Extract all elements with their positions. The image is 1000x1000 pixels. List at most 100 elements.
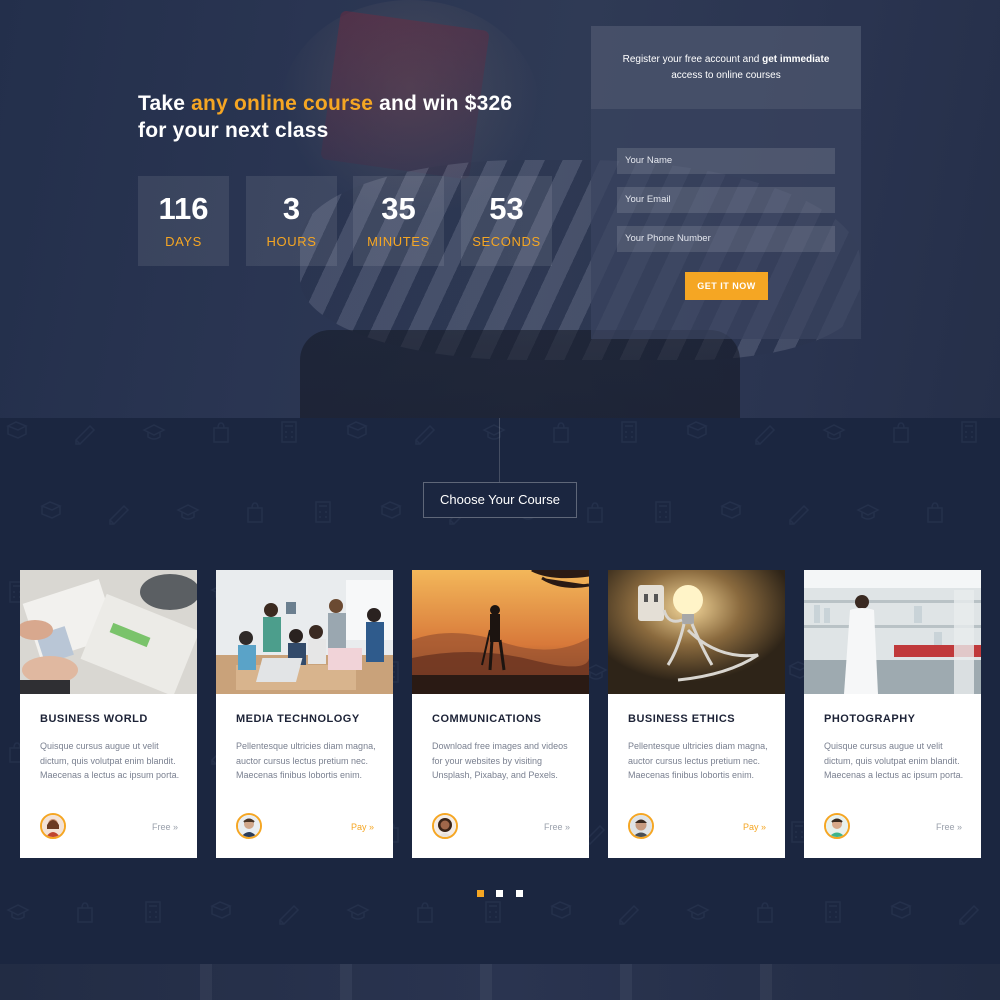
- pattern-pencil-icon: [958, 904, 980, 926]
- countdown-value: 3: [282, 191, 301, 226]
- avatar-image: [826, 815, 848, 837]
- course-description: Pellentesque ultricies diam magna, aucto…: [628, 741, 768, 780]
- pattern-calc-icon: [961, 421, 977, 443]
- course-card-photography[interactable]: PHOTOGRAPHY Quisque cursus augue ut veli…: [804, 570, 981, 858]
- register-form-intro: Register your free account and get immed…: [591, 26, 861, 109]
- footer-decoration: [620, 964, 632, 1000]
- instructor-avatar[interactable]: [40, 813, 66, 839]
- course-card-business-ethics[interactable]: BUSINESS ETHICS Pellentesque ultricies d…: [608, 570, 785, 858]
- course-description: Quisque cursus augue ut velit dictum, qu…: [40, 741, 180, 780]
- pattern-cap-icon: [686, 904, 710, 920]
- pattern-book-icon: [210, 901, 232, 919]
- form-intro-line2: access to online courses: [671, 70, 781, 81]
- course-description: Download free images and videos for your…: [432, 741, 568, 780]
- footer-decoration: [760, 964, 772, 1000]
- course-price-link[interactable]: Free »: [152, 822, 178, 832]
- pattern-bag-icon: [553, 422, 569, 443]
- countdown-value: 35: [381, 191, 416, 226]
- pattern-bag-icon: [417, 902, 433, 923]
- pattern-bag-icon: [77, 902, 93, 923]
- course-title: COMMUNICATIONS: [432, 713, 542, 725]
- carousel-dot-1[interactable]: [477, 890, 484, 897]
- pattern-cap-icon: [176, 504, 200, 520]
- pattern-cap-icon: [142, 424, 166, 440]
- team-meeting-image: [216, 570, 393, 694]
- name-field[interactable]: Your Name: [617, 148, 835, 174]
- email-field[interactable]: Your Email: [617, 187, 835, 213]
- carousel-dot-3[interactable]: [516, 890, 523, 897]
- get-it-now-button[interactable]: GET IT NOW: [685, 272, 768, 300]
- pattern-pencil-icon: [618, 904, 640, 926]
- countdown-unit: HOURS: [266, 234, 317, 249]
- countdown-minutes: 35 MINUTES: [353, 176, 444, 266]
- countdown-hours: 3 HOURS: [246, 176, 337, 266]
- hero-title-line2: for your next class: [138, 119, 329, 142]
- hero-title-highlight: any online course: [191, 92, 374, 115]
- avatar-image: [42, 815, 64, 837]
- course-description: Pellentesque ultricies diam magna, aucto…: [236, 741, 376, 780]
- pattern-book-icon: [720, 501, 742, 519]
- instructor-avatar[interactable]: [824, 813, 850, 839]
- sunset-photographer-image: [412, 570, 589, 694]
- course-card-communications[interactable]: COMMUNICATIONS Download free images and …: [412, 570, 589, 858]
- business-desk-image: [20, 570, 197, 694]
- carousel-dot-2[interactable]: [496, 890, 503, 897]
- course-card-business-world[interactable]: BUSINESS WORLD Quisque cursus augue ut v…: [20, 570, 197, 858]
- course-card-media-technology[interactable]: MEDIA TECHNOLOGY Pellentesque ultricies …: [216, 570, 393, 858]
- lightbulb-image: [608, 570, 785, 694]
- countdown-days: 116 DAYS: [138, 176, 229, 266]
- avatar-image: [630, 815, 652, 837]
- countdown-unit: SECONDS: [472, 234, 541, 249]
- course-image: [804, 570, 981, 694]
- pattern-calc-icon: [145, 901, 161, 923]
- course-price-link[interactable]: Free »: [936, 822, 962, 832]
- pattern-calc-icon: [281, 421, 297, 443]
- form-intro-text: Register your free account and: [622, 54, 763, 65]
- countdown-value: 53: [489, 191, 524, 226]
- pattern-pencil-icon: [754, 424, 776, 446]
- instructor-avatar[interactable]: [236, 813, 262, 839]
- course-description: Quisque cursus augue ut velit dictum, qu…: [824, 741, 964, 780]
- instructor-avatar[interactable]: [628, 813, 654, 839]
- pattern-pencil-icon: [108, 504, 130, 526]
- pattern-book-icon: [380, 501, 402, 519]
- hero-title-text: Take: [138, 92, 192, 115]
- course-image: [20, 570, 197, 694]
- form-intro-bold: get immediate: [762, 54, 830, 65]
- pattern-cap-icon: [822, 424, 846, 440]
- course-title: BUSINESS ETHICS: [628, 713, 736, 725]
- pattern-calc-icon: [825, 901, 841, 923]
- countdown-unit: MINUTES: [367, 234, 430, 249]
- pattern-bag-icon: [757, 902, 773, 923]
- course-title: PHOTOGRAPHY: [824, 713, 916, 725]
- phone-field[interactable]: Your Phone Number: [617, 226, 835, 252]
- course-image: [216, 570, 393, 694]
- choose-course-button[interactable]: Choose Your Course: [423, 482, 577, 518]
- pattern-cap-icon: [856, 504, 880, 520]
- footer-decoration: [340, 964, 352, 1000]
- courses-section: Choose Your Course BUSINESS WORLD Quisqu…: [0, 418, 1000, 964]
- pattern-bag-icon: [927, 502, 943, 523]
- pattern-bag-icon: [213, 422, 229, 443]
- pattern-cap-icon: [346, 904, 370, 920]
- course-price-link[interactable]: Pay »: [743, 822, 766, 832]
- course-price-link[interactable]: Free »: [544, 822, 570, 832]
- hero-title: Take any online course and win $326 for …: [138, 90, 558, 144]
- instructor-avatar[interactable]: [432, 813, 458, 839]
- pattern-book-icon: [686, 421, 708, 439]
- footer-decoration: [480, 964, 492, 1000]
- pattern-bag-icon: [893, 422, 909, 443]
- hero-section: Take any online course and win $326 for …: [0, 0, 1000, 418]
- countdown-unit: DAYS: [165, 234, 202, 249]
- countdown-seconds: 53 SECONDS: [461, 176, 552, 266]
- pattern-cap-icon: [6, 904, 30, 920]
- pattern-book-icon: [890, 901, 912, 919]
- course-price-link[interactable]: Pay »: [351, 822, 374, 832]
- hero-chair-image: [300, 330, 740, 418]
- avatar-image: [434, 815, 456, 837]
- pattern-calc-icon: [621, 421, 637, 443]
- course-title: BUSINESS WORLD: [40, 713, 148, 725]
- pattern-pencil-icon: [414, 424, 436, 446]
- pattern-book-icon: [40, 501, 62, 519]
- pattern-book-icon: [346, 421, 368, 439]
